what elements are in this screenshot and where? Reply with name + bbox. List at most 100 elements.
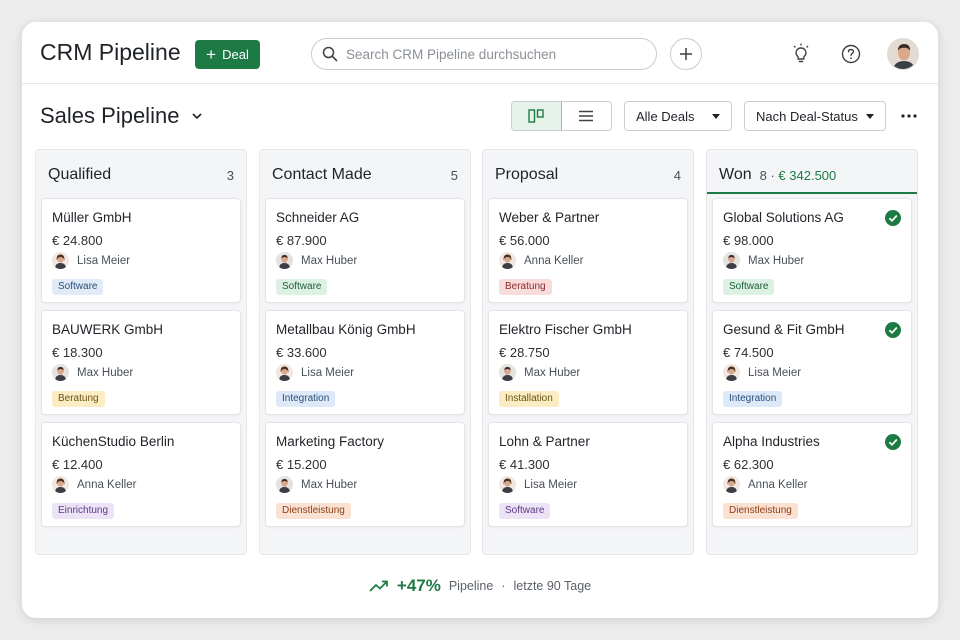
deal-amount: € 56.000	[499, 233, 550, 248]
deal-name: Global Solutions AG	[723, 210, 844, 225]
lightbulb-button[interactable]	[787, 40, 815, 68]
column-title: Contact Made	[272, 166, 372, 183]
owner-name: Max Huber	[301, 254, 358, 267]
owner-name: Lisa Meier	[301, 366, 355, 379]
help-button[interactable]	[837, 40, 865, 68]
board-view-button[interactable]	[512, 102, 562, 130]
deal-card[interactable]: BAUWERK GmbH € 18.300 Max Huber Beratung	[41, 310, 241, 415]
won-header-group: Won 8 · € 342.500	[719, 166, 836, 184]
owner-name: Lisa Meier	[524, 478, 578, 491]
column-proposal: Proposal 4 Weber & Partner € 56.000 Anna…	[482, 149, 694, 555]
user-avatar-icon	[888, 39, 918, 69]
deal-card[interactable]: Alpha Industries € 62.300 Anna Keller Di…	[712, 422, 912, 527]
owner-name: Anna Keller	[77, 478, 137, 491]
deal-card[interactable]: Weber & Partner € 56.000 Anna Keller Ber…	[488, 198, 688, 303]
deal-amount: € 18.300	[52, 345, 103, 360]
column-header: Won 8 · € 342.500	[719, 164, 905, 186]
column-won: Won 8 · € 342.500 Global Solutions AG € …	[706, 149, 918, 555]
column-title: Qualified	[48, 166, 112, 183]
top-bar: CRM Pipeline + Deal Search CRM Pipeline …	[22, 22, 938, 84]
column-header: Qualified 3	[48, 164, 234, 186]
owner-name: Anna Keller	[748, 478, 808, 491]
deal-owner: Lisa Meier	[499, 476, 577, 493]
owner-avatar-female	[499, 476, 516, 493]
deal-filter-dropdown[interactable]: Alle Deals	[624, 101, 732, 131]
user-avatar[interactable]	[887, 38, 919, 70]
chevron-down-icon	[192, 113, 203, 120]
deal-card[interactable]: Metallbau König GmbH € 33.600 Lisa Meier…	[265, 310, 465, 415]
deal-card[interactable]: KüchenStudio Berlin € 12.400 Anna Keller…	[41, 422, 241, 527]
add-button[interactable]	[670, 38, 702, 70]
list-view-button[interactable]	[562, 102, 612, 130]
won-total: € 342.500	[778, 167, 837, 183]
owner-avatar-male	[723, 252, 740, 269]
owner-avatar-male	[276, 252, 293, 269]
column-title: Won	[719, 166, 752, 183]
deal-name: Alpha Industries	[723, 434, 820, 449]
page-title-dropdown[interactable]: Sales Pipeline	[40, 103, 203, 129]
search-input[interactable]: Search CRM Pipeline durchsuchen	[311, 38, 657, 70]
more-options-button[interactable]	[896, 104, 922, 128]
deal-card[interactable]: Elektro Fischer GmbH € 28.750 Max Huber …	[488, 310, 688, 415]
category-tag: Beratung	[52, 391, 105, 407]
owner-name: Max Huber	[77, 366, 134, 379]
check-circle-icon	[885, 322, 901, 338]
pipeline-summary: +47% Pipeline · letzte 90 Tage	[22, 574, 938, 598]
separator-dot: ·	[501, 579, 506, 593]
deal-name: KüchenStudio Berlin	[52, 434, 175, 449]
deal-owner: Max Huber	[52, 364, 133, 381]
deal-amount: € 62.300	[723, 457, 774, 472]
category-tag: Software	[499, 503, 551, 519]
deal-amount: € 15.200	[276, 457, 327, 472]
column-header: Proposal 4	[495, 164, 681, 186]
deal-amount: € 87.900	[276, 233, 327, 248]
owner-name: Max Huber	[301, 478, 358, 491]
owner-name: Lisa Meier	[77, 254, 131, 267]
deal-card[interactable]: Lohn & Partner € 41.300 Lisa Meier Softw…	[488, 422, 688, 527]
caret-down-icon	[712, 113, 720, 119]
deal-card[interactable]: Schneider AG € 87.900 Max Huber Software	[265, 198, 465, 303]
deal-card[interactable]: Müller GmbH € 24.800 Lisa Meier Software	[41, 198, 241, 303]
deal-owner: Lisa Meier	[723, 364, 801, 381]
category-tag: Software	[276, 279, 328, 295]
deal-owner: Lisa Meier	[276, 364, 354, 381]
deal-owner: Max Huber	[276, 252, 357, 269]
owner-avatar-female	[52, 476, 69, 493]
deal-card[interactable]: Gesund & Fit GmbH € 74.500 Lisa Meier In…	[712, 310, 912, 415]
deal-name: Weber & Partner	[499, 210, 600, 225]
deal-owner: Lisa Meier	[52, 252, 130, 269]
deal-name: Elektro Fischer GmbH	[499, 322, 632, 337]
column-header: Contact Made 5	[272, 164, 458, 186]
category-tag: Integration	[276, 391, 336, 407]
deal-card[interactable]: Global Solutions AG € 98.000 Max Huber S…	[712, 198, 912, 303]
deal-owner: Max Huber	[723, 252, 804, 269]
deal-name: Lohn & Partner	[499, 434, 590, 449]
category-tag: Dienstleistung	[276, 503, 351, 519]
check-circle-icon	[885, 210, 901, 226]
owner-avatar-female	[499, 252, 516, 269]
owner-name: Anna Keller	[524, 254, 584, 267]
column-count: 3	[226, 167, 234, 183]
owner-avatar-female	[276, 364, 293, 381]
board-view-icon	[528, 109, 544, 123]
group-by-dropdown[interactable]: Nach Deal-Status	[744, 101, 886, 131]
deal-amount: € 28.750	[499, 345, 550, 360]
app-title: CRM Pipeline	[40, 39, 181, 65]
lightbulb-icon	[793, 43, 809, 63]
deal-card[interactable]: Marketing Factory € 15.200 Max Huber Die…	[265, 422, 465, 527]
deal-amount: € 24.800	[52, 233, 103, 248]
growth-label: Pipeline	[448, 579, 494, 593]
deal-name: Schneider AG	[276, 210, 360, 225]
deal-filter-label: Alle Deals	[636, 108, 695, 124]
deal-owner: Max Huber	[276, 476, 357, 493]
help-icon	[841, 44, 861, 64]
column-qualified: Qualified 3 Müller GmbH € 24.800 Lisa Me…	[35, 149, 247, 555]
deal-owner: Anna Keller	[52, 476, 136, 493]
new-deal-button[interactable]: + Deal	[195, 40, 260, 69]
column-count: 5	[450, 167, 458, 183]
category-tag: Dienstleistung	[723, 503, 798, 519]
caret-down-icon	[866, 113, 874, 119]
deal-amount: € 74.500	[723, 345, 774, 360]
category-tag: Beratung	[499, 279, 552, 295]
category-tag: Einrichtung	[52, 503, 115, 519]
